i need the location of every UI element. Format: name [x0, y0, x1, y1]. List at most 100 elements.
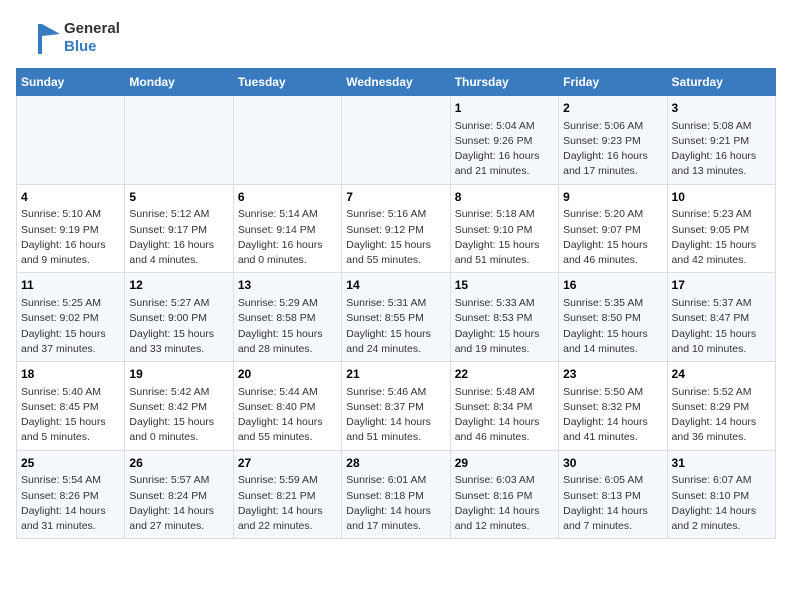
day-detail: Sunrise: 6:01 AM Sunset: 8:18 PM Dayligh…	[346, 473, 445, 534]
day-detail: Sunrise: 6:03 AM Sunset: 8:16 PM Dayligh…	[455, 473, 554, 534]
day-number: 17	[672, 277, 771, 294]
day-number: 9	[563, 189, 662, 206]
calendar-cell: 12Sunrise: 5:27 AM Sunset: 9:00 PM Dayli…	[125, 273, 233, 362]
day-detail: Sunrise: 5:23 AM Sunset: 9:05 PM Dayligh…	[672, 207, 771, 268]
day-number: 1	[455, 100, 554, 117]
day-detail: Sunrise: 5:33 AM Sunset: 8:53 PM Dayligh…	[455, 296, 554, 357]
day-number: 25	[21, 455, 120, 472]
calendar-cell: 30Sunrise: 6:05 AM Sunset: 8:13 PM Dayli…	[559, 450, 667, 539]
calendar-cell: 19Sunrise: 5:42 AM Sunset: 8:42 PM Dayli…	[125, 362, 233, 451]
day-detail: Sunrise: 5:20 AM Sunset: 9:07 PM Dayligh…	[563, 207, 662, 268]
day-detail: Sunrise: 5:50 AM Sunset: 8:32 PM Dayligh…	[563, 385, 662, 446]
day-detail: Sunrise: 5:37 AM Sunset: 8:47 PM Dayligh…	[672, 296, 771, 357]
column-header-thursday: Thursday	[450, 69, 558, 96]
day-detail: Sunrise: 5:14 AM Sunset: 9:14 PM Dayligh…	[238, 207, 337, 268]
column-header-sunday: Sunday	[17, 69, 125, 96]
day-number: 7	[346, 189, 445, 206]
column-header-wednesday: Wednesday	[342, 69, 450, 96]
day-number: 14	[346, 277, 445, 294]
day-number: 10	[672, 189, 771, 206]
day-number: 11	[21, 277, 120, 294]
day-detail: Sunrise: 6:05 AM Sunset: 8:13 PM Dayligh…	[563, 473, 662, 534]
calendar-cell: 27Sunrise: 5:59 AM Sunset: 8:21 PM Dayli…	[233, 450, 341, 539]
calendar-cell: 10Sunrise: 5:23 AM Sunset: 9:05 PM Dayli…	[667, 184, 775, 273]
calendar-cell	[125, 96, 233, 185]
day-number: 16	[563, 277, 662, 294]
calendar-cell: 11Sunrise: 5:25 AM Sunset: 9:02 PM Dayli…	[17, 273, 125, 362]
calendar-cell: 16 Sunrise: 5:35 AM Sunset: 8:50 PM Dayli…	[559, 273, 667, 362]
day-number: 4	[21, 189, 120, 206]
calendar-cell: 21 Sunrise: 5:46 AM Sunset: 8:37 PM Dayli…	[342, 362, 450, 451]
column-header-saturday: Saturday	[667, 69, 775, 96]
day-detail: Sunrise: 6:07 AM Sunset: 8:10 PM Dayligh…	[672, 473, 771, 534]
day-detail: Sunrise: 5:44 AM Sunset: 8:40 PM Dayligh…	[238, 385, 337, 446]
day-number: 19	[129, 366, 228, 383]
calendar-week-row: 11Sunrise: 5:25 AM Sunset: 9:02 PM Dayli…	[17, 273, 776, 362]
calendar-cell: 7Sunrise: 5:16 AM Sunset: 9:12 PM Daylig…	[342, 184, 450, 273]
calendar-table: SundayMondayTuesdayWednesdayThursdayFrid…	[16, 68, 776, 539]
calendar-cell: 2 Sunrise: 5:06 AM Sunset: 9:23 PM Daylig…	[559, 96, 667, 185]
calendar-cell	[17, 96, 125, 185]
calendar-cell: 26Sunrise: 5:57 AM Sunset: 8:24 PM Dayli…	[125, 450, 233, 539]
calendar-cell: 4Sunrise: 5:10 AM Sunset: 9:19 PM Daylig…	[17, 184, 125, 273]
day-number: 26	[129, 455, 228, 472]
calendar-cell: 18Sunrise: 5:40 AM Sunset: 8:45 PM Dayli…	[17, 362, 125, 451]
calendar-week-row: 1 Sunrise: 5:04 AM Sunset: 9:26 PM Daylig…	[17, 96, 776, 185]
calendar-cell: 24 Sunrise: 5:52 AM Sunset: 8:29 PM Dayli…	[667, 362, 775, 451]
logo: GeneralBlue	[16, 16, 120, 60]
day-number: 13	[238, 277, 337, 294]
column-header-tuesday: Tuesday	[233, 69, 341, 96]
day-number: 3	[672, 100, 771, 117]
day-number: 31	[672, 455, 771, 472]
calendar-cell: 29Sunrise: 6:03 AM Sunset: 8:16 PM Dayli…	[450, 450, 558, 539]
calendar-cell: 6Sunrise: 5:14 AM Sunset: 9:14 PM Daylig…	[233, 184, 341, 273]
day-detail: Sunrise: 5:27 AM Sunset: 9:00 PM Dayligh…	[129, 296, 228, 357]
day-number: 27	[238, 455, 337, 472]
day-detail: Sunrise: 5:06 AM Sunset: 9:23 PM Dayligh…	[563, 119, 662, 180]
calendar-cell: 9Sunrise: 5:20 AM Sunset: 9:07 PM Daylig…	[559, 184, 667, 273]
calendar-cell: 14 Sunrise: 5:31 AM Sunset: 8:55 PM Dayli…	[342, 273, 450, 362]
day-detail: Sunrise: 5:46 AM Sunset: 8:37 PM Dayligh…	[346, 385, 445, 446]
day-detail: Sunrise: 5:10 AM Sunset: 9:19 PM Dayligh…	[21, 207, 120, 268]
day-number: 28	[346, 455, 445, 472]
calendar-cell: 15 Sunrise: 5:33 AM Sunset: 8:53 PM Dayli…	[450, 273, 558, 362]
day-number: 8	[455, 189, 554, 206]
calendar-cell: 5Sunrise: 5:12 AM Sunset: 9:17 PM Daylig…	[125, 184, 233, 273]
column-header-friday: Friday	[559, 69, 667, 96]
calendar-cell	[342, 96, 450, 185]
calendar-cell: 20 Sunrise: 5:44 AM Sunset: 8:40 PM Dayli…	[233, 362, 341, 451]
day-number: 23	[563, 366, 662, 383]
day-detail: Sunrise: 5:08 AM Sunset: 9:21 PM Dayligh…	[672, 119, 771, 180]
calendar-week-row: 25Sunrise: 5:54 AM Sunset: 8:26 PM Dayli…	[17, 450, 776, 539]
day-number: 29	[455, 455, 554, 472]
day-number: 15	[455, 277, 554, 294]
day-detail: Sunrise: 5:57 AM Sunset: 8:24 PM Dayligh…	[129, 473, 228, 534]
calendar-week-row: 18Sunrise: 5:40 AM Sunset: 8:45 PM Dayli…	[17, 362, 776, 451]
calendar-cell: 17 Sunrise: 5:37 AM Sunset: 8:47 PM Dayli…	[667, 273, 775, 362]
day-detail: Sunrise: 5:59 AM Sunset: 8:21 PM Dayligh…	[238, 473, 337, 534]
day-detail: Sunrise: 5:04 AM Sunset: 9:26 PM Dayligh…	[455, 119, 554, 180]
calendar-week-row: 4Sunrise: 5:10 AM Sunset: 9:19 PM Daylig…	[17, 184, 776, 273]
calendar-cell: 1 Sunrise: 5:04 AM Sunset: 9:26 PM Daylig…	[450, 96, 558, 185]
day-number: 30	[563, 455, 662, 472]
day-detail: Sunrise: 5:18 AM Sunset: 9:10 PM Dayligh…	[455, 207, 554, 268]
day-detail: Sunrise: 5:52 AM Sunset: 8:29 PM Dayligh…	[672, 385, 771, 446]
day-number: 6	[238, 189, 337, 206]
calendar-cell: 28Sunrise: 6:01 AM Sunset: 8:18 PM Dayli…	[342, 450, 450, 539]
day-number: 24	[672, 366, 771, 383]
calendar-cell: 31Sunrise: 6:07 AM Sunset: 8:10 PM Dayli…	[667, 450, 775, 539]
day-detail: Sunrise: 5:31 AM Sunset: 8:55 PM Dayligh…	[346, 296, 445, 357]
logo-blue: Blue	[64, 38, 120, 56]
column-header-monday: Monday	[125, 69, 233, 96]
calendar-cell: 8Sunrise: 5:18 AM Sunset: 9:10 PM Daylig…	[450, 184, 558, 273]
calendar-cell: 23 Sunrise: 5:50 AM Sunset: 8:32 PM Dayli…	[559, 362, 667, 451]
page-header: GeneralBlue	[16, 16, 776, 60]
day-number: 2	[563, 100, 662, 117]
day-number: 20	[238, 366, 337, 383]
day-number: 22	[455, 366, 554, 383]
calendar-cell: 22Sunrise: 5:48 AM Sunset: 8:34 PM Dayli…	[450, 362, 558, 451]
day-detail: Sunrise: 5:12 AM Sunset: 9:17 PM Dayligh…	[129, 207, 228, 268]
calendar-header-row: SundayMondayTuesdayWednesdayThursdayFrid…	[17, 69, 776, 96]
day-detail: Sunrise: 5:35 AM Sunset: 8:50 PM Dayligh…	[563, 296, 662, 357]
day-number: 21	[346, 366, 445, 383]
